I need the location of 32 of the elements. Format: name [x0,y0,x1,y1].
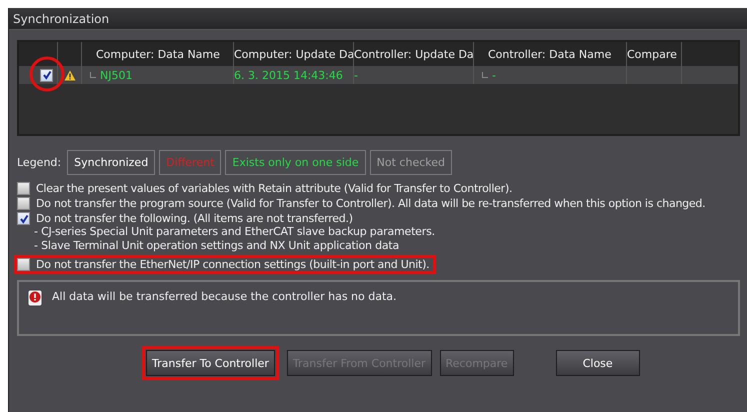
column-header: Controller: Data Name [488,48,612,60]
legend-item: Different [159,150,222,175]
option-label: Do not transfer the EtherNet/IP connection settings (built-in port and Unit). [36,258,430,271]
table-cell: - [492,68,496,82]
option-checkbox[interactable] [17,182,30,195]
column-header: Computer: Update Da [234,48,353,60]
legend-item: Synchronized [67,150,156,175]
row-checkbox[interactable] [40,68,53,82]
table-cell: 6. 3. 2015 14:43:46 [234,68,343,82]
message-text: All data will be transferred because the controller has no data. [52,290,397,303]
option-detail: - Slave Terminal Unit operation settings and NX Unit application data [34,239,400,253]
dialog-button[interactable]: Transfer To Controller [146,350,275,376]
option-label: Clear the present values of variables with Retain attribute (Valid for Transfer to Controller). [36,182,512,195]
window-title: Synchronization [13,12,110,26]
option-label: Do not transfer the following. (All items are not transferred.) [36,212,353,225]
option-checkbox[interactable] [17,197,30,210]
legend-label: Legend: [17,156,62,169]
legend-item: Not checked [370,150,452,175]
dialog-button[interactable]: Close [556,350,640,376]
tree-branch-icon [90,72,96,78]
column-header: Controller: Update Da [354,48,473,60]
column-header: Computer: Data Name [96,48,220,60]
option-checkbox[interactable] [17,258,30,271]
option-detail: - CJ-series Special Unit parameters and EtherCAT slave backup parameters. [34,225,436,239]
table-cell: NJ501 [100,68,132,82]
error-icon [28,290,42,306]
table-cell: - [354,68,358,82]
option-checkbox[interactable] [17,212,30,225]
column-header: Compare [627,48,677,60]
legend-item: Exists only on one side [225,150,366,175]
tree-branch-icon [482,72,488,78]
option-label: Do not transfer the program source (Valid for Transfer to Controller). All data will be re-transferred when this option is changed. [36,197,706,210]
